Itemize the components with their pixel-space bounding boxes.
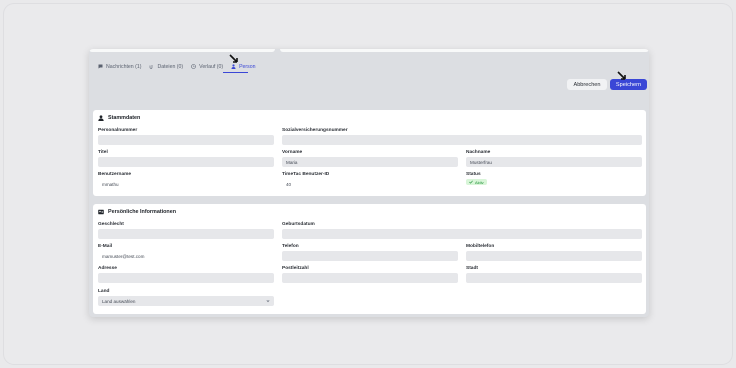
cursor-arrow-icon xyxy=(617,68,627,80)
tab-label: Nachrichten (1) xyxy=(106,63,142,70)
save-button[interactable]: Speichern xyxy=(610,79,647,90)
adresse-label: Adresse xyxy=(98,266,117,271)
id-card-icon xyxy=(98,209,104,215)
user-icon xyxy=(98,115,104,121)
telefon-label: Telefon xyxy=(282,244,299,249)
check-icon xyxy=(469,180,473,185)
status-badge: Aktiv xyxy=(466,179,487,185)
benutzername-label: Benutzername xyxy=(98,172,132,177)
land-select[interactable]: Land auswählen xyxy=(98,296,274,306)
top-panel-left xyxy=(89,49,275,52)
stammdaten-card: Stammdaten Personalnummer Sozialversiche… xyxy=(93,110,646,196)
geschlecht-label: Geschlecht xyxy=(98,222,124,227)
tab-nachrichten[interactable]: Nachrichten (1) xyxy=(94,62,145,71)
email-label: E-Mail xyxy=(98,244,113,249)
vorname-label: Vorname xyxy=(282,150,303,155)
benutzername-field[interactable]: mmathu xyxy=(98,179,274,189)
user-icon xyxy=(231,64,236,69)
app-window: Nachrichten (1) Dateien (0) Verlauf (0) … xyxy=(89,49,649,317)
nachname-field[interactable]: Musterfrau xyxy=(466,157,642,167)
geschlecht-field[interactable] xyxy=(98,229,274,239)
chevron-down-icon xyxy=(266,299,270,303)
email-field[interactable]: mamuster@test.com xyxy=(98,251,274,261)
section-title: Persönliche Informationen xyxy=(98,209,176,215)
section-title: Stammdaten xyxy=(98,115,140,121)
adresse-field[interactable] xyxy=(98,273,274,283)
land-label: Land xyxy=(98,289,110,294)
titel-label: Titel xyxy=(98,150,108,155)
top-panel-right xyxy=(280,49,649,52)
cancel-button[interactable]: Abbrechen xyxy=(567,79,607,90)
cursor-arrow-icon xyxy=(229,51,239,63)
chat-icon xyxy=(98,64,103,69)
tab-dateien[interactable]: Dateien (0) xyxy=(145,62,187,71)
nachname-label: Nachname xyxy=(466,150,491,155)
tab-verlauf[interactable]: Verlauf (0) xyxy=(187,62,227,71)
tab-label: Person xyxy=(239,63,256,70)
mobiltelefon-field[interactable] xyxy=(466,251,642,261)
personalnummer-field[interactable] xyxy=(98,135,274,145)
geburtsdatum-field[interactable] xyxy=(282,229,642,239)
postleitzahl-label: Postleitzahl xyxy=(282,266,309,271)
personalnummer-label: Personalnummer xyxy=(98,128,138,133)
sozialversicherungsnummer-field[interactable] xyxy=(282,135,642,145)
timetac-id-field[interactable]: 40 xyxy=(282,179,458,189)
paperclip-icon xyxy=(149,64,154,69)
stadt-field[interactable] xyxy=(466,273,642,283)
tab-label: Dateien (0) xyxy=(157,63,184,70)
sozialversicherungsnummer-label: Sozialversicherungsnummer xyxy=(282,128,348,133)
timetac-id-label: TimeTac Benutzer-ID xyxy=(282,172,330,177)
persoenliche-informationen-card: Persönliche Informationen Geschlecht Geb… xyxy=(93,204,646,314)
clock-icon xyxy=(191,64,196,69)
titel-field[interactable] xyxy=(98,157,274,167)
active-tab-indicator xyxy=(223,71,248,73)
status-label: Status xyxy=(466,172,481,177)
mobiltelefon-label: Mobiltelefon xyxy=(466,244,495,249)
telefon-field[interactable] xyxy=(282,251,458,261)
stadt-label: Stadt xyxy=(466,266,478,271)
land-select-value: Land auswählen xyxy=(102,298,136,304)
tab-label: Verlauf (0) xyxy=(199,63,224,70)
geburtsdatum-label: Geburtsdatum xyxy=(282,222,315,227)
vorname-field[interactable]: Maria xyxy=(282,157,458,167)
postleitzahl-field[interactable] xyxy=(282,273,458,283)
